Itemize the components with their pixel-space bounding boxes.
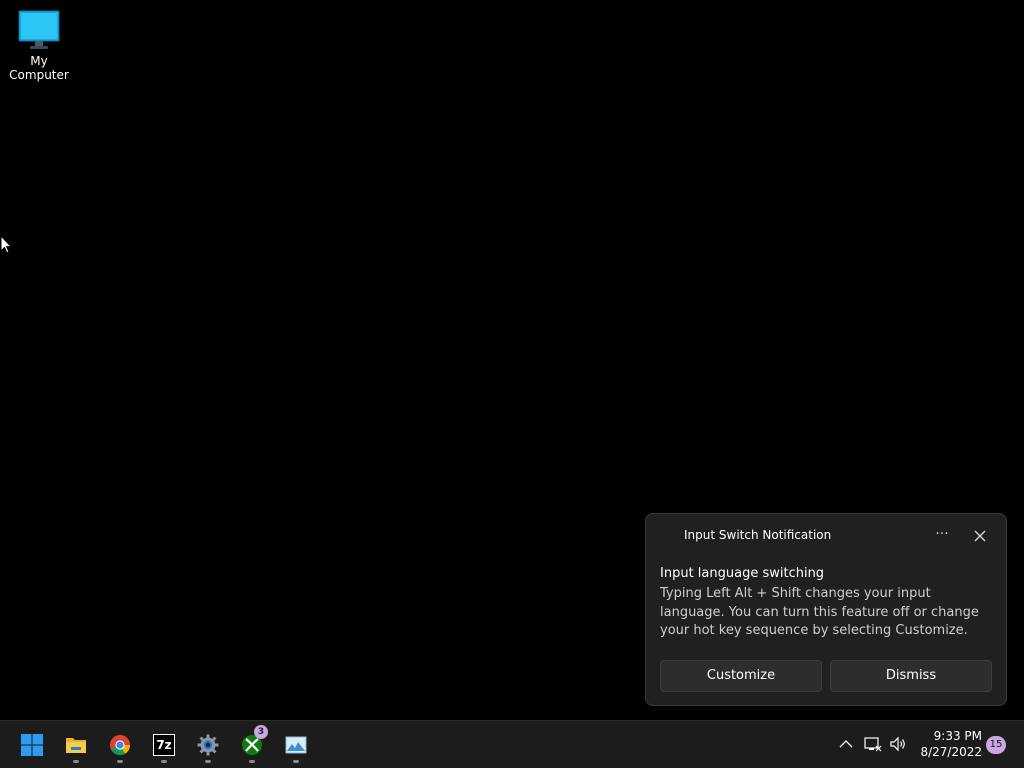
- running-indicator: [249, 760, 255, 763]
- notification-badge: 3: [254, 725, 268, 739]
- running-indicator: [117, 760, 123, 763]
- gear-icon: [197, 734, 219, 756]
- taskbar-chrome[interactable]: [102, 727, 138, 763]
- taskbar: 7z 3 9:33 PM 8/27/2022 15: [0, 720, 1024, 768]
- desktop-icon-my-computer[interactable]: My Computer: [0, 8, 78, 82]
- taskbar-settings[interactable]: [190, 727, 226, 763]
- taskbar-clock[interactable]: 9:33 PM 8/27/2022: [916, 728, 982, 760]
- monitor-icon: [17, 8, 61, 52]
- volume-icon[interactable]: [889, 735, 907, 753]
- notification-center-button[interactable]: 15: [986, 736, 1006, 754]
- notification-body: Typing Left Alt + Shift changes your inp…: [660, 586, 979, 638]
- taskbar-7zip[interactable]: 7z: [146, 727, 182, 763]
- chrome-icon: [110, 735, 131, 756]
- start-button[interactable]: [14, 727, 50, 763]
- windows-start-icon: [21, 734, 43, 756]
- customize-button[interactable]: Customize: [660, 660, 822, 692]
- image-icon: [285, 736, 307, 754]
- more-options-button[interactable]: ···: [928, 526, 956, 546]
- notification-title: Input language switching: [660, 566, 825, 581]
- running-indicator: [293, 760, 299, 763]
- close-button[interactable]: [968, 524, 992, 548]
- dismiss-button[interactable]: Dismiss: [830, 660, 992, 692]
- taskbar-photos[interactable]: [278, 727, 314, 763]
- mouse-cursor: [0, 234, 14, 255]
- close-icon: [974, 530, 986, 542]
- running-indicator: [161, 760, 167, 763]
- running-indicator: [73, 760, 79, 763]
- clock-time: 9:33 PM: [933, 729, 982, 743]
- taskbar-xbox[interactable]: 3: [234, 725, 270, 763]
- network-icon[interactable]: [864, 735, 882, 753]
- taskbar-file-explorer[interactable]: [58, 727, 94, 763]
- 7zip-icon: 7z: [153, 734, 175, 756]
- clock-date: 8/27/2022: [920, 745, 982, 759]
- notification-app-name: Input Switch Notification: [684, 528, 832, 542]
- folder-icon: [66, 738, 86, 753]
- chevron-up-icon[interactable]: [837, 735, 855, 753]
- desktop-icon-label: My Computer: [9, 54, 69, 82]
- input-switch-notification: Input Switch Notification ··· Input lang…: [645, 513, 1007, 706]
- running-indicator: [205, 760, 211, 763]
